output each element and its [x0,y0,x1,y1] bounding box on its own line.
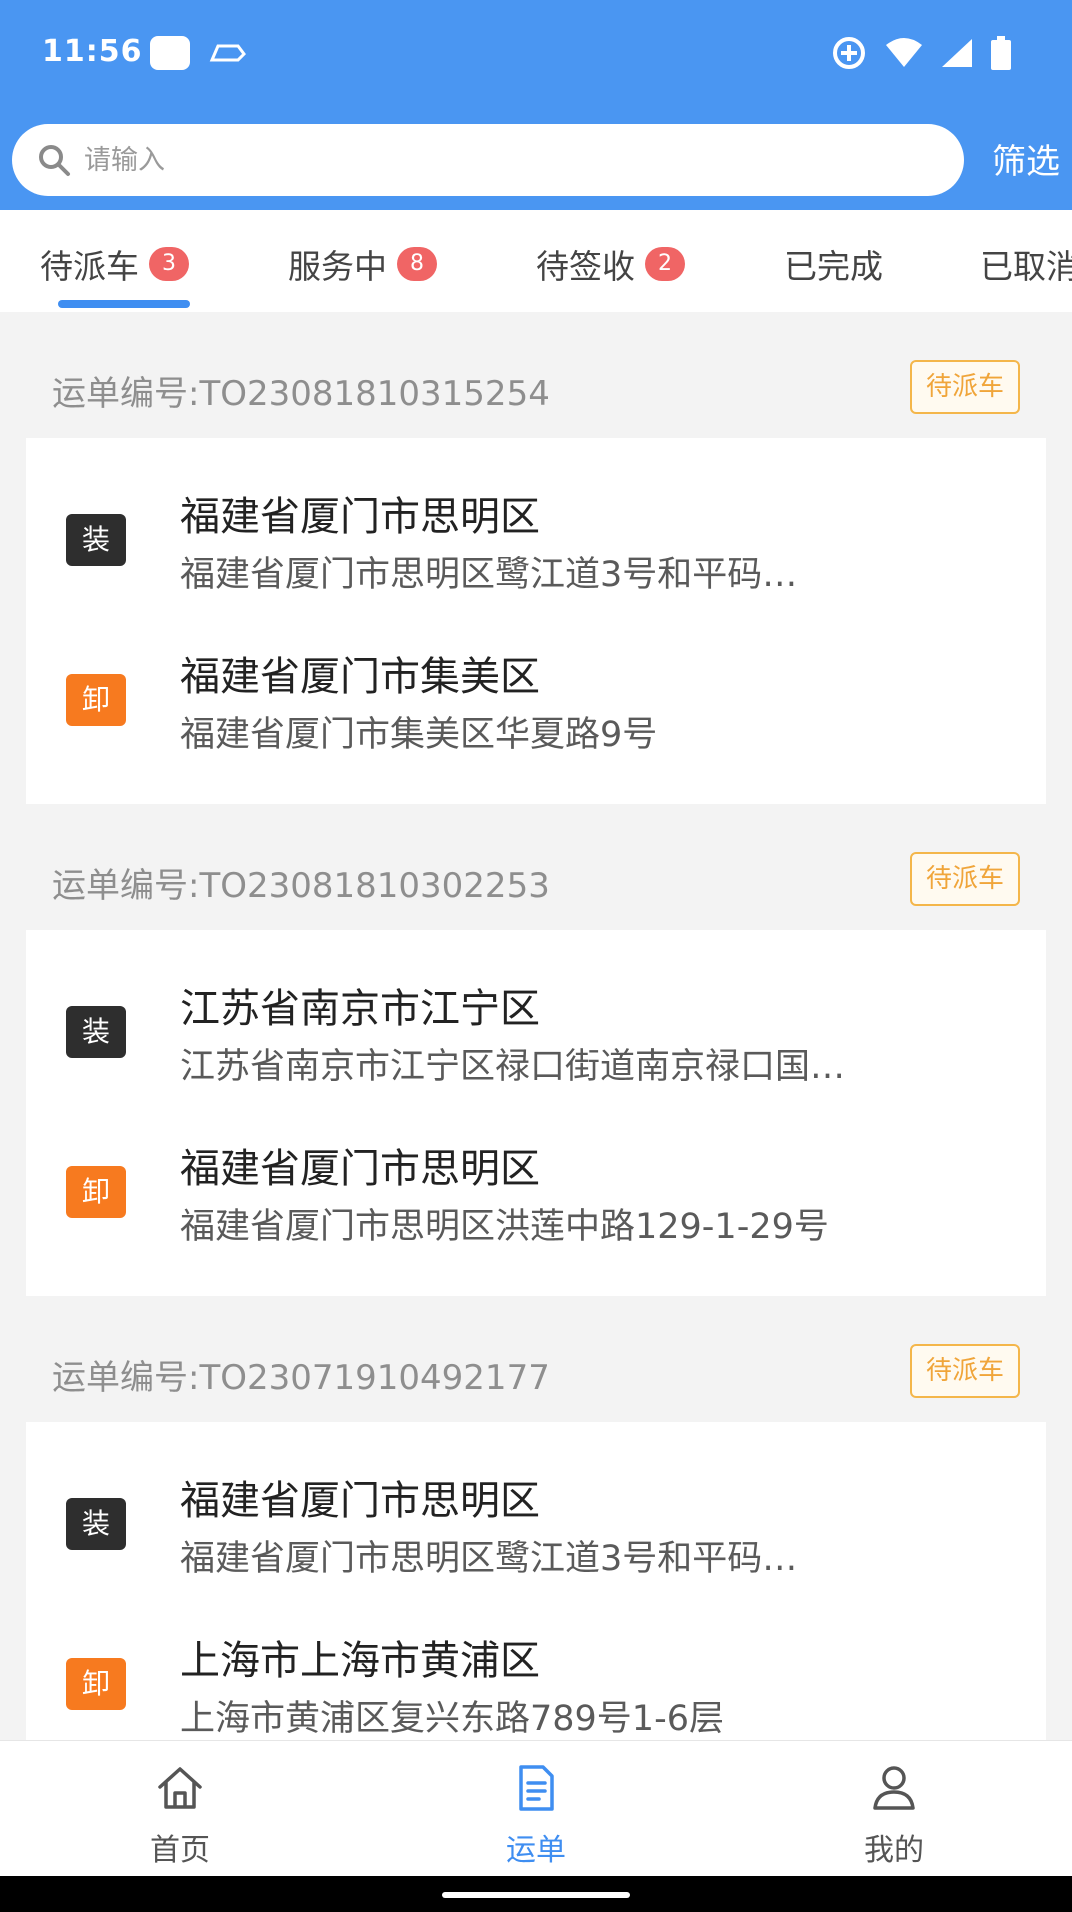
load-tag: 装 [66,1498,126,1550]
active-tab-indicator [58,300,190,308]
tab-label: 待派车 [40,247,139,286]
unload-stop: 卸 福建省厦门市集美区 福建省厦门市集美区华夏路9号 [26,644,1046,794]
status-badge: 待派车 [909,1344,1020,1398]
load-stop: 装 江苏省南京市江宁区 江苏省南京市江宁区禄口街道南京禄口国… [26,976,1046,1126]
count-badge: 8 [397,247,437,281]
search-bar[interactable] [12,124,964,196]
filter-button[interactable]: 筛选 [992,134,1060,183]
wifi-icon [886,38,922,67]
nav-label: 我的 [864,1833,924,1868]
nav-waybill[interactable]: 运单 [436,1761,636,1869]
order-card-header: 运单编号:TO23081810315254 待派车 [26,336,1046,438]
unload-address: 上海市黄浦区复兴东路789号1-6层 [180,1699,724,1739]
status-icons [830,34,1012,72]
unload-region: 上海市上海市黄浦区 [180,1638,540,1684]
status-badge: 待派车 [909,852,1020,906]
tab-label: 待签收 [536,247,635,286]
unload-tag: 卸 [66,1166,126,1218]
search-icon [39,145,70,176]
order-number: 运单编号:TO23081810315254 [52,374,550,414]
app-screen: 11:56 请输入 筛选 待派车 3 服务中 8 待签收 2 已完成 已取消 运… [0,0,1072,1912]
unload-address: 福建省厦门市思明区洪莲中路129-1-29号 [180,1207,829,1247]
order-card[interactable]: 运单编号:TO23071910492177 待派车 装 福建省厦门市思明区 福建… [26,1320,1046,1788]
unload-address: 福建省厦门市集美区华夏路9号 [180,715,658,755]
battery-icon [991,36,1011,70]
gesture-bar [0,1876,1072,1912]
status-tabs: 待派车 3 服务中 8 待签收 2 已完成 已取消 [0,210,1072,312]
tab-pending-signoff[interactable]: 待签收 2 [536,240,685,288]
load-address: 江苏省南京市江宁区禄口街道南京禄口国… [180,1047,846,1087]
unload-tag: 卸 [66,1658,126,1710]
header: 11:56 请输入 筛选 [0,0,1072,210]
nav-label: 运单 [506,1833,566,1868]
order-card-header: 运单编号:TO23071910492177 待派车 [26,1320,1046,1422]
load-region: 福建省厦门市思明区 [180,1478,540,1524]
nav-mine[interactable]: 我的 [794,1761,994,1869]
count-badge: 2 [645,247,685,281]
signal-icon [942,39,972,67]
load-region: 江苏省南京市江宁区 [180,986,540,1032]
count-badge: 3 [149,247,189,281]
load-address: 福建省厦门市思明区鹭江道3号和平码… [180,555,798,595]
load-tag: 装 [66,514,126,566]
waybill-icon [519,1765,554,1811]
order-number: 运单编号:TO23081810302253 [52,866,550,906]
status-bar: 11:56 [0,0,1072,110]
bottom-navigation: 首页 运单 我的 [0,1740,1072,1876]
tab-completed[interactable]: 已完成 [784,240,883,288]
order-list: 运单编号:TO23081810315254 待派车 装 福建省厦门市思明区 福建… [26,336,1046,1812]
load-stop: 装 福建省厦门市思明区 福建省厦门市思明区鹭江道3号和平码… [26,484,1046,634]
tab-in-service[interactable]: 服务中 8 [288,240,437,288]
app-notification-icon [150,36,190,70]
unload-region: 福建省厦门市集美区 [180,654,540,700]
home-indicator[interactable] [442,1892,630,1898]
order-number: 运单编号:TO23071910492177 [52,1358,550,1398]
status-badge: 待派车 [909,360,1020,414]
load-stop: 装 福建省厦门市思明区 福建省厦门市思明区鹭江道3号和平码… [26,1468,1046,1618]
unload-region: 福建省厦门市思明区 [180,1146,540,1192]
home-icon [158,1767,202,1809]
data-saver-icon [833,37,865,69]
status-time: 11:56 [42,34,143,69]
nav-label: 首页 [150,1833,210,1868]
tab-label: 服务中 [288,247,387,286]
unload-stop: 卸 福建省厦门市思明区 福建省厦门市思明区洪莲中路129-1-29号 [26,1136,1046,1286]
nav-home[interactable]: 首页 [80,1761,280,1869]
tab-cancelled[interactable]: 已取消 [980,240,1072,288]
tab-label: 已完成 [784,247,883,286]
order-card[interactable]: 运单编号:TO23081810315254 待派车 装 福建省厦门市思明区 福建… [26,336,1046,804]
unload-tag: 卸 [66,674,126,726]
order-card-header: 运单编号:TO23081810302253 待派车 [26,828,1046,930]
search-input[interactable] [84,144,904,176]
tab-label: 已取消 [980,247,1072,286]
order-card[interactable]: 运单编号:TO23081810302253 待派车 装 江苏省南京市江宁区 江苏… [26,828,1046,1296]
tab-pending-dispatch[interactable]: 待派车 3 [40,240,189,288]
cloud-sync-icon [209,44,246,62]
user-icon [873,1766,915,1810]
load-address: 福建省厦门市思明区鹭江道3号和平码… [180,1539,798,1579]
load-region: 福建省厦门市思明区 [180,494,540,540]
load-tag: 装 [66,1006,126,1058]
